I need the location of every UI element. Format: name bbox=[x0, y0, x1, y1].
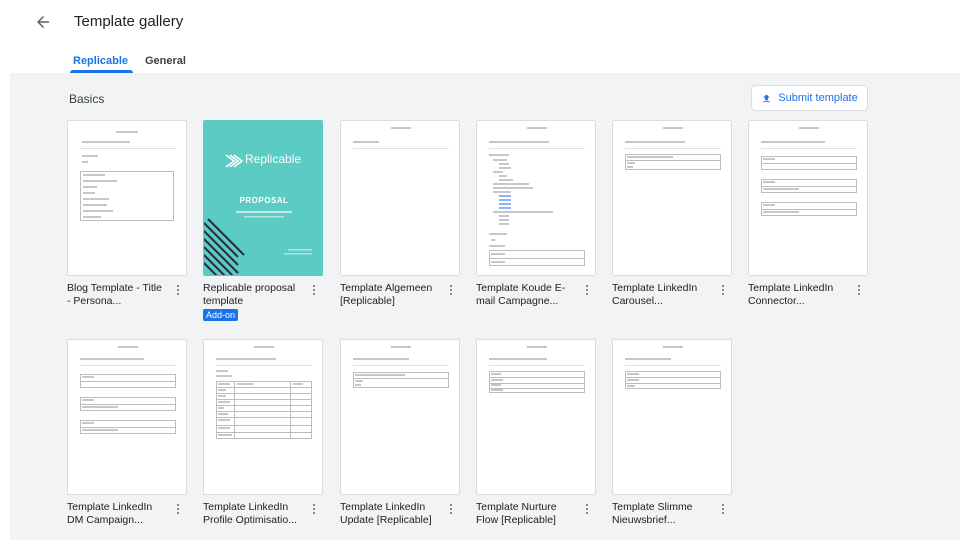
template-name[interactable]: Blog Template - Title - Persona... bbox=[67, 282, 167, 308]
tab-bar: Replicable General bbox=[0, 46, 960, 73]
template-thumbnail[interactable] bbox=[748, 120, 868, 276]
section-title: Basics bbox=[69, 92, 105, 106]
template-name[interactable]: Template LinkedIn Update [Replicable] bbox=[340, 501, 440, 527]
template-thumbnail[interactable] bbox=[476, 120, 596, 276]
template-name[interactable]: Template Koude E-mail Campagne... bbox=[476, 282, 576, 308]
more-options-icon[interactable] bbox=[718, 501, 728, 517]
more-options-icon[interactable] bbox=[309, 282, 319, 298]
template-thumbnail[interactable]: Replicable PROPOSAL bbox=[203, 120, 323, 276]
template-thumbnail[interactable] bbox=[67, 120, 187, 276]
template-thumbnail[interactable] bbox=[67, 339, 187, 495]
template-thumbnail[interactable] bbox=[476, 339, 596, 495]
more-options-icon[interactable] bbox=[173, 282, 183, 298]
back-arrow-icon[interactable] bbox=[34, 13, 52, 31]
more-options-icon[interactable] bbox=[309, 501, 319, 517]
tab-replicable[interactable]: Replicable bbox=[73, 55, 128, 67]
brand-logo-text: Replicable bbox=[245, 152, 302, 166]
submit-template-button[interactable]: Submit template bbox=[751, 85, 868, 111]
submit-template-label: Submit template bbox=[778, 92, 858, 104]
template-name[interactable]: Template LinkedIn Carousel... bbox=[612, 282, 712, 308]
template-thumbnail[interactable] bbox=[612, 339, 732, 495]
more-options-icon[interactable] bbox=[854, 282, 864, 298]
template-name[interactable]: Template LinkedIn Profile Optimisatio... bbox=[203, 501, 303, 527]
more-options-icon[interactable] bbox=[446, 282, 456, 298]
template-gallery-panel: Basics Submit template Blog Template - T… bbox=[10, 73, 960, 540]
upload-icon bbox=[763, 93, 770, 102]
page-title: Template gallery bbox=[74, 13, 184, 30]
template-name[interactable]: Replicable proposal template bbox=[203, 282, 303, 308]
template-name[interactable]: Template Nurture Flow [Replicable] bbox=[476, 501, 576, 527]
more-options-icon[interactable] bbox=[446, 501, 456, 517]
template-thumbnail[interactable] bbox=[340, 339, 460, 495]
template-thumbnail[interactable] bbox=[340, 120, 460, 276]
tab-general[interactable]: General bbox=[145, 55, 186, 67]
proposal-heading: PROPOSAL bbox=[239, 196, 289, 205]
more-options-icon[interactable] bbox=[173, 501, 183, 517]
more-options-icon[interactable] bbox=[718, 282, 728, 298]
template-name[interactable]: Template Algemeen [Replicable] bbox=[340, 282, 440, 308]
template-name[interactable]: Template LinkedIn Connector... bbox=[748, 282, 848, 308]
template-thumbnail[interactable] bbox=[203, 339, 323, 495]
template-name[interactable]: Template LinkedIn DM Campaign... bbox=[67, 501, 167, 527]
more-options-icon[interactable] bbox=[582, 501, 592, 517]
add-on-badge: Add-on bbox=[203, 309, 239, 321]
template-thumbnail[interactable] bbox=[612, 120, 732, 276]
top-bar: Template gallery bbox=[0, 0, 960, 46]
more-options-icon[interactable] bbox=[582, 282, 592, 298]
template-name[interactable]: Template Slimme Nieuwsbrief... bbox=[612, 501, 712, 527]
